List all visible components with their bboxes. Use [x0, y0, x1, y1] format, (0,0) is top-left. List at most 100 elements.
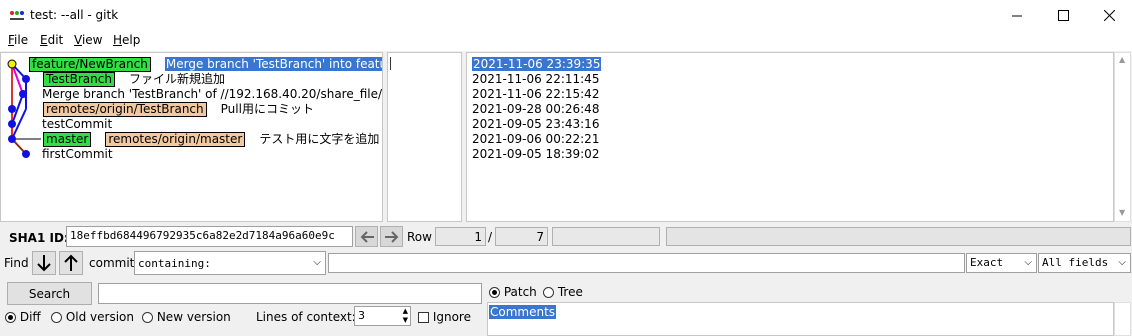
row-label: Row — [407, 230, 432, 244]
diff-radio-label: Diff — [19, 310, 41, 324]
row-separator: / — [488, 230, 493, 244]
search-button[interactable]: Search — [7, 282, 92, 305]
commit-row[interactable]: firstCommit — [42, 147, 113, 162]
lines-of-context-spinbox[interactable]: 3 ▲ ▼ — [354, 306, 411, 326]
commit-message: Pull用にコミット — [220, 102, 314, 116]
row-current: 1 — [435, 227, 486, 246]
commit-date-text: 2021-11-06 23:39:35 — [472, 57, 602, 71]
menu-help[interactable]: Help — [113, 33, 140, 47]
scroll-up-icon[interactable]: ▲ — [1119, 55, 1125, 64]
commit-node — [22, 75, 30, 83]
commit-message: Merge branch 'TestBranch' into feature/N — [164, 57, 382, 71]
commit-row[interactable]: Merge branch 'TestBranch' of //192.168.4… — [42, 87, 383, 102]
fields-dropdown[interactable]: All fields ⌵ — [1038, 253, 1131, 273]
back-button[interactable] — [355, 226, 378, 247]
commit-date[interactable]: 2021-09-06 00:22:21 — [472, 132, 599, 147]
find-input[interactable] — [328, 253, 965, 273]
commit-date[interactable]: 2021-09-05 23:43:16 — [472, 117, 599, 132]
commit-graph-pane[interactable]: feature/NewBranch Merge branch 'TestBranc… — [0, 52, 383, 222]
find-next-button[interactable] — [32, 251, 56, 275]
find-mode-dropdown[interactable]: containing: ⌵ — [134, 251, 326, 275]
lines-of-context-value: 3 — [358, 309, 365, 322]
arrow-right-icon — [384, 230, 398, 243]
menu-view[interactable]: View — [74, 33, 102, 47]
scroll-down-icon[interactable]: ▼ — [1119, 208, 1125, 217]
lines-of-context-label: Lines of context: — [256, 310, 356, 324]
diff-pane[interactable]: Comments — [487, 302, 1114, 336]
diff-scrollbar[interactable] — [1114, 302, 1131, 336]
commit-date-text: 2021-09-05 18:39:02 — [472, 147, 600, 161]
chevron-down-icon: ⌵ — [1118, 257, 1126, 268]
commit-row[interactable]: feature/NewBranch Merge branch 'TestBranc… — [29, 57, 382, 72]
commit-node — [8, 120, 16, 128]
commit-date-text: 2021-09-05 23:43:16 — [472, 117, 600, 131]
branch-ref-tag[interactable]: feature/NewBranch — [29, 57, 151, 72]
radio-selected-icon — [5, 312, 16, 323]
arrow-down-icon — [37, 255, 51, 272]
menu-edit[interactable]: Edit — [40, 33, 63, 47]
commit-row[interactable]: master remotes/origin/master テスト用に文字を追加し — [43, 132, 382, 147]
diff-radio[interactable]: Diff — [5, 310, 41, 324]
ignore-checkbox[interactable]: Ignore — [418, 310, 471, 324]
search-input[interactable] — [98, 283, 482, 304]
commit-date[interactable]: 2021-09-05 18:39:02 — [472, 147, 599, 162]
comments-label: Comments — [489, 305, 557, 319]
commit-row[interactable]: remotes/origin/TestBranch Pull用にコミット — [43, 102, 314, 117]
progress-field — [552, 227, 660, 246]
commit-node — [22, 150, 30, 158]
tree-radio[interactable]: Tree — [543, 285, 583, 299]
arrow-up-icon — [64, 254, 78, 271]
find-label: Find — [4, 256, 29, 270]
commit-date-text: 2021-09-28 00:26:48 — [472, 102, 600, 116]
close-button[interactable] — [1086, 0, 1132, 31]
author-pane[interactable] — [387, 52, 462, 222]
commit-date[interactable]: 2021-11-06 22:11:45 — [472, 72, 599, 87]
old-version-radio[interactable]: Old version — [51, 310, 134, 324]
date-pane[interactable]: 2021-11-06 23:39:35 2021-11-06 22:11:45 20… — [466, 52, 1114, 222]
new-version-radio[interactable]: New version — [142, 310, 231, 324]
sha1-label: SHA1 ID: — [9, 231, 69, 245]
branch-ref-tag[interactable]: master — [43, 132, 92, 147]
fields-value: All fields — [1042, 256, 1109, 269]
remote-ref-tag[interactable]: remotes/origin/master — [105, 132, 246, 147]
spin-arrows-icon[interactable]: ▲ ▼ — [403, 307, 408, 325]
menu-bar — [0, 31, 1132, 51]
commit-message: Merge branch 'TestBranch' of //192.168.4… — [42, 87, 383, 101]
commit-list-scrollbar[interactable]: ▲ ▼ — [1114, 52, 1131, 222]
match-value: Exact — [970, 256, 1004, 269]
radio-selected-icon — [489, 287, 500, 298]
patch-label: Patch — [503, 285, 537, 299]
minimize-button[interactable] — [994, 0, 1040, 31]
match-dropdown[interactable]: Exact ⌵ — [966, 253, 1037, 273]
commit-row[interactable]: testCommit — [42, 117, 112, 132]
minimize-icon — [1012, 15, 1022, 16]
sha1-field[interactable]: 18effbd684496792935c6a82e2d7184a96a60e9c — [66, 226, 353, 247]
commit-message: firstCommit — [42, 147, 113, 161]
title-bar — [0, 0, 1132, 31]
radio-icon — [142, 312, 153, 323]
branch-ref-tag[interactable]: TestBranch — [43, 72, 115, 87]
menu-file[interactable]: File — [8, 33, 28, 47]
remote-ref-tag[interactable]: remotes/origin/TestBranch — [43, 102, 207, 117]
maximize-button[interactable] — [1040, 0, 1086, 31]
commit-node — [19, 90, 27, 98]
commit-label: commit — [89, 256, 135, 270]
commit-row[interactable]: TestBranch ファイル新規追加 — [43, 72, 225, 87]
radio-icon — [543, 287, 554, 298]
commit-message: ファイル新規追加 — [128, 72, 225, 86]
head-commit-node — [7, 59, 17, 69]
row-total: 7 — [495, 227, 548, 246]
forward-button[interactable] — [380, 226, 403, 247]
old-version-label: Old version — [65, 310, 134, 324]
checkbox-icon — [418, 312, 429, 323]
patch-radio[interactable]: Patch — [489, 285, 537, 299]
commit-message: testCommit — [42, 117, 113, 131]
commit-date[interactable]: 2021-09-28 00:26:48 — [472, 102, 599, 117]
commit-date[interactable]: 2021-11-06 23:39:35 — [472, 57, 602, 72]
radio-icon — [51, 312, 62, 323]
commit-date[interactable]: 2021-11-06 22:15:42 — [472, 87, 599, 102]
close-icon — [1103, 10, 1115, 21]
find-prev-button[interactable] — [59, 251, 83, 275]
maximize-icon — [1057, 10, 1069, 21]
commit-date-text: 2021-11-06 22:15:42 — [472, 87, 600, 101]
